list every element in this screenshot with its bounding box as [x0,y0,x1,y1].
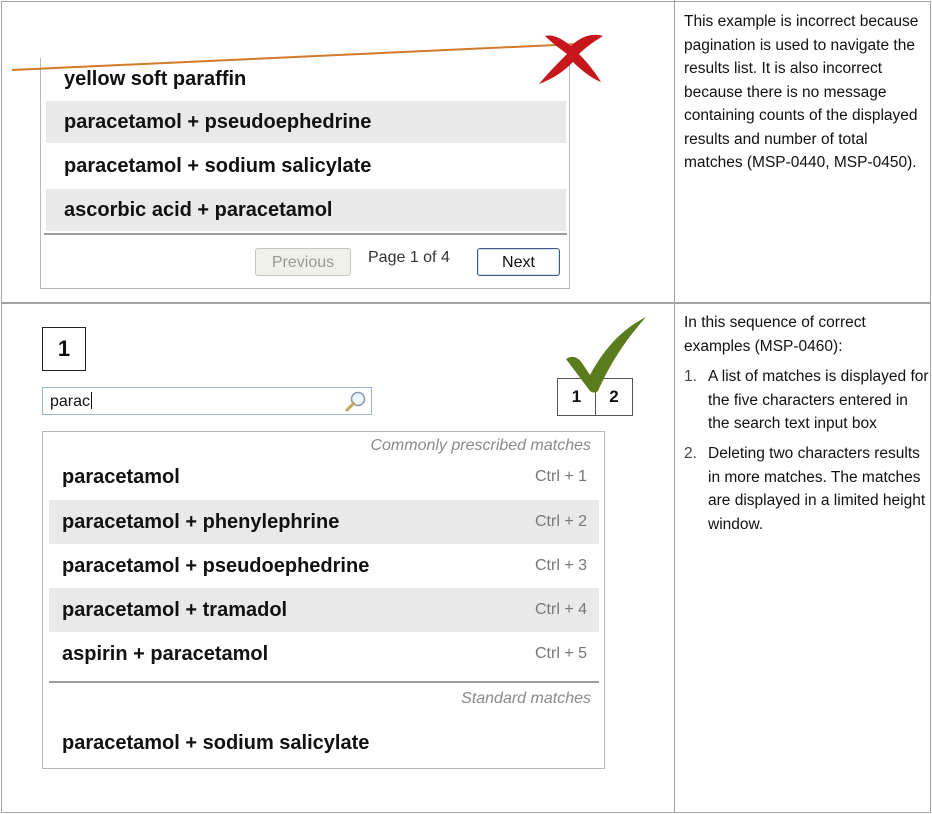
keyboard-shortcut: Ctrl + 1 [534,468,587,485]
keyboard-shortcut: Ctrl + 5 [534,645,587,662]
list-item[interactable]: paracetamol + pseudoephedrine [46,101,566,143]
group-header-common: Commonly prescribed matches [370,437,591,454]
search-input[interactable]: parac [42,387,372,415]
incorrect-example-note: This example is incorrect because pagina… [684,13,919,171]
section-divider [1,302,675,304]
list-separator [44,233,567,235]
keyboard-shortcut: Ctrl + 4 [534,601,587,618]
results-list-scrollable: Commonly prescribed matches paracetamol … [42,431,605,769]
list-item[interactable]: paracetamol + pseudoephedrine Ctrl + 3 [49,544,599,588]
note-item-text: Deleting two characters results in more … [708,445,926,533]
note-item-number: 1. [684,368,697,385]
strike-line [11,43,579,71]
magnifier-icon[interactable] [344,390,368,412]
previous-button[interactable]: Previous [255,248,351,276]
list-item[interactable]: aspirin + paracetamol Ctrl + 5 [49,632,599,676]
item-name: paracetamol + pseudoephedrine [62,555,370,577]
text-caret [91,392,93,409]
list-item[interactable]: paracetamol + phenylephrine Ctrl + 2 [49,500,599,544]
correct-check-icon [566,317,646,393]
item-name: paracetamol [62,466,180,488]
keyboard-shortcut: Ctrl + 3 [534,557,587,574]
correct-example-intro: In this sequence of correct examples (MS… [684,314,866,355]
item-name: aspirin + paracetamol [62,643,269,665]
search-input-value: parac [50,392,93,410]
note-item-text: A list of matches is displayed for the f… [708,368,929,432]
step-number: 1 [42,327,86,371]
column-divider [674,0,675,812]
keyboard-shortcut: Ctrl + 2 [534,513,587,530]
incorrect-x-icon [539,34,603,84]
list-item[interactable]: paracetamol + sodium salicylate [46,145,566,187]
section-divider-right [675,302,930,304]
item-name: paracetamol + phenylephrine [62,511,340,533]
note-item-number: 2. [684,445,697,462]
page-indicator: Page 1 of 4 [368,249,450,266]
group-header-standard: Standard matches [461,690,591,707]
group-separator [49,681,599,683]
list-item[interactable]: paracetamol + tramadol Ctrl + 4 [49,588,599,632]
list-item[interactable]: paracetamol + sodium salicylate [49,721,599,765]
list-item[interactable]: ascorbic acid + paracetamol [46,189,566,231]
item-name: paracetamol + tramadol [62,599,288,621]
next-button[interactable]: Next [477,248,560,276]
list-item[interactable]: paracetamol Ctrl + 1 [49,455,599,499]
item-name: paracetamol + sodium salicylate [62,732,370,754]
results-list-paginated: yellow soft paraffin paracetamol + pseud… [40,58,570,289]
